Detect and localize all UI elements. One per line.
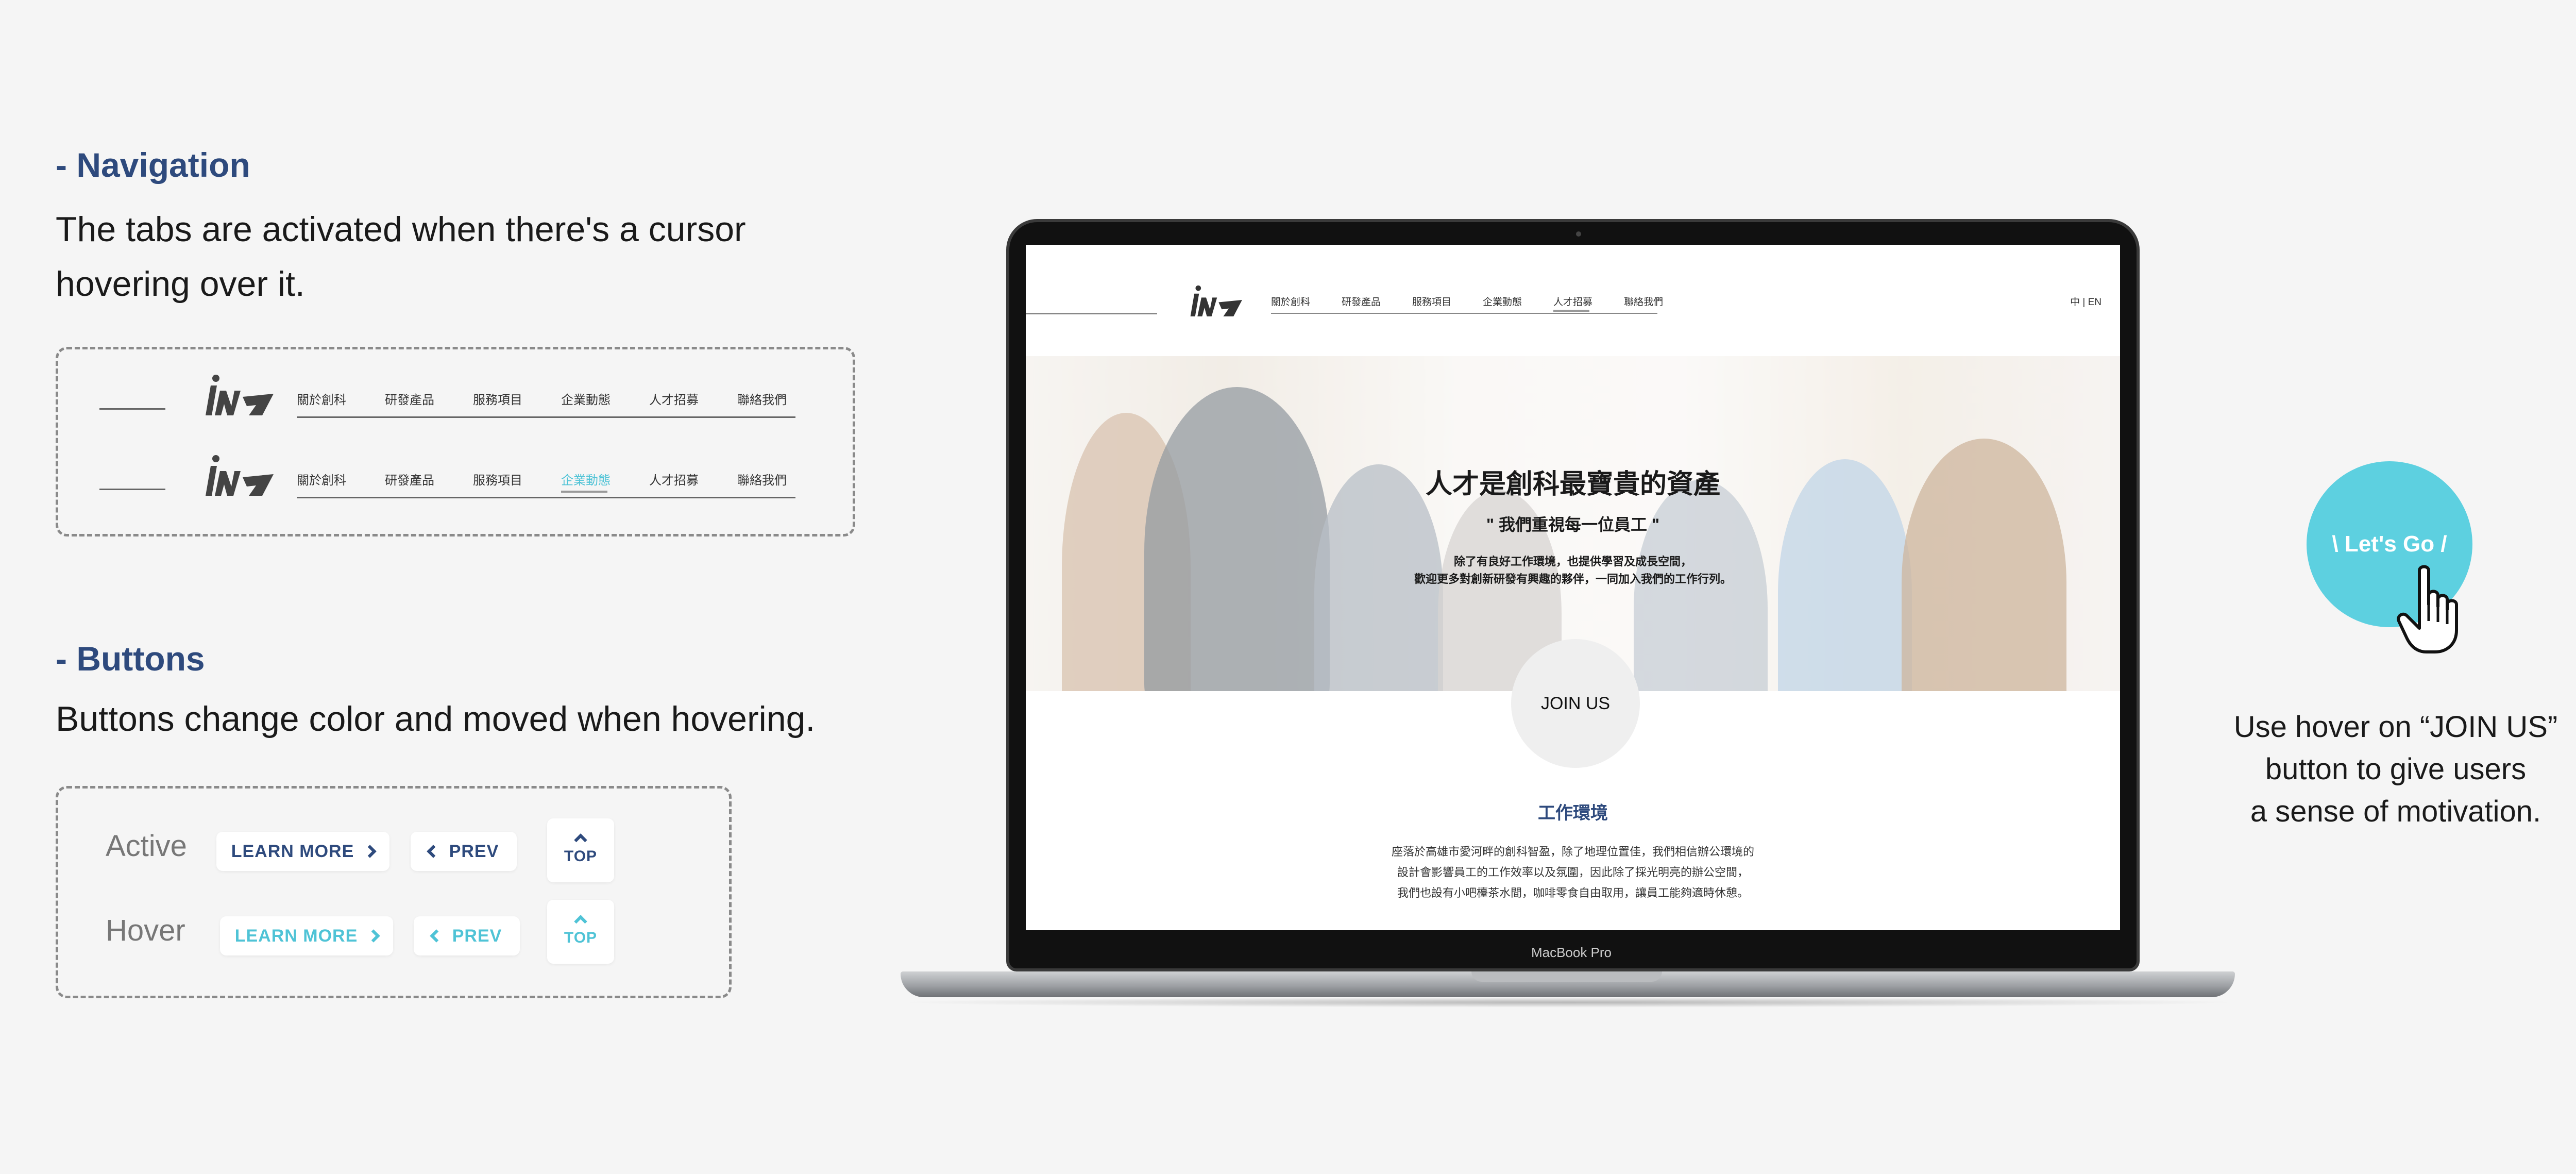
hero-subtitle: " 我們重視每一位員工 " (1486, 515, 1660, 534)
nav-tab[interactable]: 聯絡我們 (737, 470, 825, 488)
device-model-label: MacBook Pro (1531, 945, 1612, 960)
nav-left-rule (99, 489, 165, 490)
navigation-demo-box: 關於創科 研發產品 服務項目 企業動態 人才招募 聯絡我們 關於創科 研發產品 … (56, 347, 855, 536)
site-nav-tab[interactable]: 研發產品 (1342, 294, 1412, 308)
site-nav-rule (1271, 313, 1657, 314)
site-nav-tab[interactable]: 關於創科 (1271, 294, 1342, 308)
inno-logo-icon (206, 375, 274, 415)
learn-more-button-hover[interactable]: LEARN MORE (220, 916, 393, 955)
prev-label: PREV (449, 841, 499, 861)
nav-demo-default: 關於創科 研發產品 服務項目 企業動態 人才招募 聯絡我們 (99, 370, 821, 432)
laptop-shadow (896, 997, 2241, 1008)
nav-tab[interactable]: 關於創科 (297, 470, 385, 488)
buttons-description: Buttons change color and moved when hove… (56, 699, 816, 739)
laptop-lid: 關於創科 研發產品 服務項目 企業動態 人才招募 聯絡我們 中 | EN 人才是… (1006, 219, 2140, 971)
learn-more-label: LEARN MORE (231, 841, 354, 861)
prev-button[interactable]: PREV (411, 832, 517, 871)
chevron-left-icon (429, 929, 443, 943)
nav-tab[interactable]: 關於創科 (297, 390, 385, 408)
hero-body-line: 除了有良好工作環境，也提供學習及成長空間， (1453, 555, 1692, 568)
nav-tab[interactable]: 研發產品 (385, 390, 473, 408)
site-nav-tabs: 關於創科 研發產品 服務項目 企業動態 人才招募 聯絡我們 (1271, 294, 1694, 312)
site-nav-tab[interactable]: 企業動態 (1483, 294, 1553, 308)
nav-tab[interactable]: 人才招募 (649, 390, 737, 408)
navigation-description: The tabs are activated when there's a cu… (56, 202, 746, 311)
prev-button-hover[interactable]: PREV (414, 916, 520, 955)
nav-tab[interactable]: 人才招募 (649, 470, 737, 488)
top-button[interactable]: TOP (547, 818, 614, 882)
laptop-notch (1471, 971, 1662, 982)
buttons-active-row: Active LEARN MORE PREV TOP (106, 818, 775, 882)
site-nav-tab[interactable]: 服務項目 (1412, 294, 1483, 308)
chevron-right-icon (363, 845, 377, 858)
buttons-hover-row: Hover LEARN MORE PREV TOP (106, 900, 775, 964)
pointer-hand-icon (2397, 565, 2458, 653)
nav-tab[interactable]: 聯絡我們 (737, 390, 825, 408)
nav-tab[interactable]: 服務項目 (473, 470, 561, 488)
navigation-description-line: hovering over it. (56, 264, 305, 304)
hero-title: 人才是創科最寶貴的資產 (1425, 469, 1720, 499)
laptop-screen: 關於創科 研發產品 服務項目 企業動態 人才招募 聯絡我們 中 | EN 人才是… (1026, 245, 2120, 930)
work-body-line: 設計會影響員工的工作效率以及氛圍，因此除了採光明亮的辦公空間， (1397, 866, 1749, 879)
buttons-demo-box: Active LEARN MORE PREV TOP Hover LEARN M… (56, 786, 732, 998)
chevron-up-icon (574, 833, 587, 847)
cta-note-line: Use hover on “JOIN US” (2233, 710, 2558, 744)
nav-tabs: 關於創科 研發產品 服務項目 企業動態 人才招募 聯絡我們 (297, 390, 825, 408)
nav-tabs: 關於創科 研發產品 服務項目 企業動態 人才招募 聯絡我們 (297, 470, 825, 493)
cta-note: Use hover on “JOIN US” button to give us… (2215, 706, 2576, 833)
hover-state-label: Hover (106, 914, 185, 947)
site-nav-tab-current[interactable]: 人才招募 (1553, 294, 1624, 312)
nav-left-rule (99, 408, 165, 410)
prev-label: PREV (452, 926, 502, 946)
hero-body: 除了有良好工作環境，也提供學習及成長空間， 歡迎更多對創新研發有興趣的夥伴，一同… (1026, 553, 2120, 588)
cta-note-line: button to give users (2265, 752, 2527, 786)
nav-tab[interactable]: 研發產品 (385, 470, 473, 488)
nav-tab-hovered[interactable]: 企業動態 (561, 470, 649, 493)
site-left-rule (1026, 313, 1157, 314)
nav-demo-hover: 關於創科 研發產品 服務項目 企業動態 人才招募 聯絡我們 (99, 450, 821, 512)
top-label: TOP (564, 929, 598, 946)
nav-tab[interactable]: 服務項目 (473, 390, 561, 408)
active-state-label: Active (106, 829, 187, 863)
nav-under-rule (297, 497, 795, 498)
navigation-section-title: - Navigation (56, 146, 250, 184)
learn-more-label: LEARN MORE (234, 926, 358, 946)
site-nav-tab[interactable]: 聯絡我們 (1624, 294, 1694, 308)
work-body-line: 座落於高雄市愛河畔的創科智盈，除了地理位置佳，我們相信辦公環境的 (1391, 845, 1754, 858)
work-body-line: 我們也設有小吧檯茶水間，咖啡零食自由取用，讓員工能夠適時休憩。 (1397, 886, 1749, 899)
language-switcher[interactable]: 中 | EN (2070, 294, 2102, 308)
learn-more-button[interactable]: LEARN MORE (216, 832, 389, 871)
camera-icon (1576, 231, 1581, 237)
navigation-description-line: The tabs are activated when there's a cu… (56, 210, 746, 249)
nav-tab[interactable]: 企業動態 (561, 390, 649, 408)
chevron-left-icon (426, 845, 440, 858)
work-environment-title: 工作環境 (1538, 803, 1608, 823)
hero-body-line: 歡迎更多對創新研發有興趣的夥伴，一同加入我們的工作行列。 (1414, 573, 1732, 585)
work-environment-body: 座落於高雄市愛河畔的創科智盈，除了地理位置佳，我們相信辦公環境的 設計會影響員工… (1026, 842, 2120, 903)
join-us-button[interactable]: JOIN US (1511, 639, 1640, 768)
buttons-section-title: - Buttons (56, 640, 205, 678)
top-button-hover[interactable]: TOP (547, 900, 614, 964)
nav-under-rule (297, 416, 795, 418)
top-label: TOP (564, 848, 598, 865)
inno-logo-icon (206, 455, 274, 496)
site-logo-icon[interactable] (1185, 282, 1246, 321)
chevron-up-icon (574, 915, 587, 928)
chevron-right-icon (367, 929, 381, 943)
cta-note-line: a sense of motivation. (2250, 795, 2541, 828)
